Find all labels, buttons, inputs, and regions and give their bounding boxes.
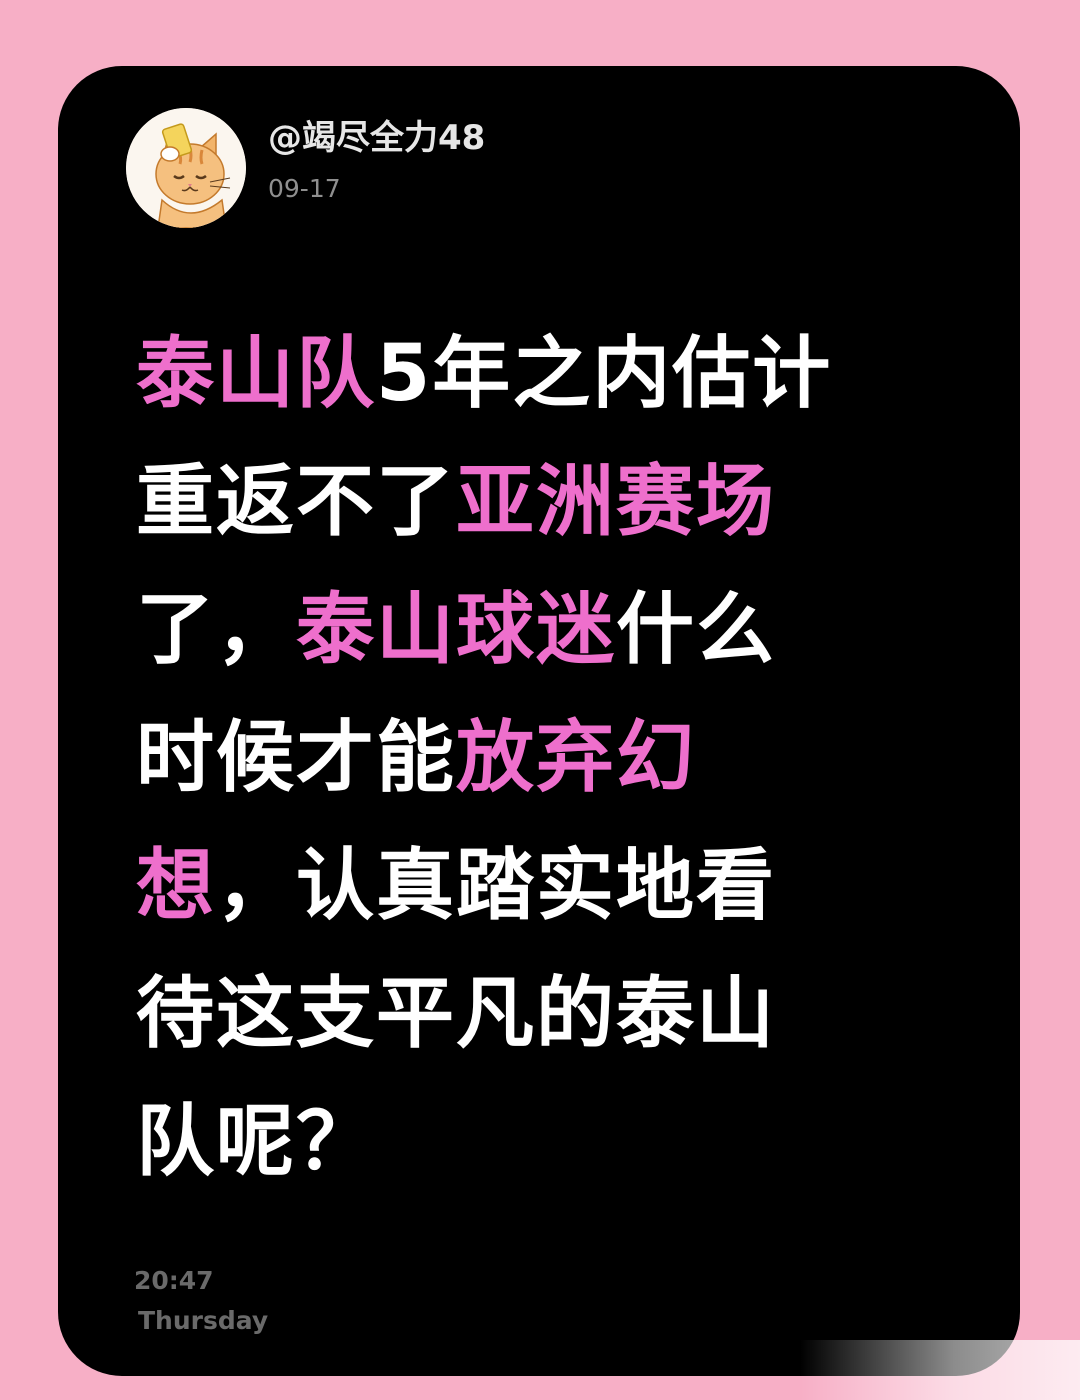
cat-avatar-icon xyxy=(126,108,246,228)
post-text-line: 想，认真踏实地看 xyxy=(136,822,956,950)
highlighted-text: 亚洲赛场 xyxy=(456,457,777,547)
post-text-line: 重返不了亚洲赛场 xyxy=(136,438,956,566)
post-card: @竭尽全力48 09-17 泰山队5年之内估计 重返不了亚洲赛场 了，泰山球迷什么时… xyxy=(58,66,1020,1376)
footer-weekday: Thursday xyxy=(138,1306,269,1335)
text-segment: ，认真踏实地看 xyxy=(216,841,777,931)
text-segment: 待这支平凡的泰山 xyxy=(136,969,777,1059)
post-text: 泰山队5年之内估计 重返不了亚洲赛场 了，泰山球迷什么 时候才能放弃幻 想，认真踏实地看… xyxy=(136,310,956,1206)
post-text-line: 泰山队5年之内估计 xyxy=(136,310,956,438)
footer-time: 20:47 xyxy=(134,1266,214,1295)
highlighted-text: 想 xyxy=(136,841,217,931)
post-text-line: 了，泰山球迷什么 xyxy=(136,566,956,694)
post-date: 09-17 xyxy=(268,174,341,203)
text-segment: 重返不了 xyxy=(136,457,457,547)
text-segment: 队呢？ xyxy=(136,1097,377,1187)
avatar[interactable] xyxy=(126,108,246,228)
watermark xyxy=(800,1340,1080,1400)
post-text-line: 队呢？ xyxy=(136,1078,956,1206)
highlighted-text: 泰山队 xyxy=(136,329,377,419)
highlighted-text: 泰山球迷 xyxy=(296,585,617,675)
text-segment: 时候才能 xyxy=(136,713,457,803)
text-segment: 了， xyxy=(136,585,297,675)
text-segment: 什么 xyxy=(616,585,777,675)
post-text-line: 时候才能放弃幻 xyxy=(136,694,956,822)
highlighted-text: 放弃幻 xyxy=(456,713,697,803)
post-text-line: 待这支平凡的泰山 xyxy=(136,950,956,1078)
text-segment: 5年之内估计 xyxy=(376,329,833,419)
username[interactable]: @竭尽全力48 xyxy=(268,110,485,159)
